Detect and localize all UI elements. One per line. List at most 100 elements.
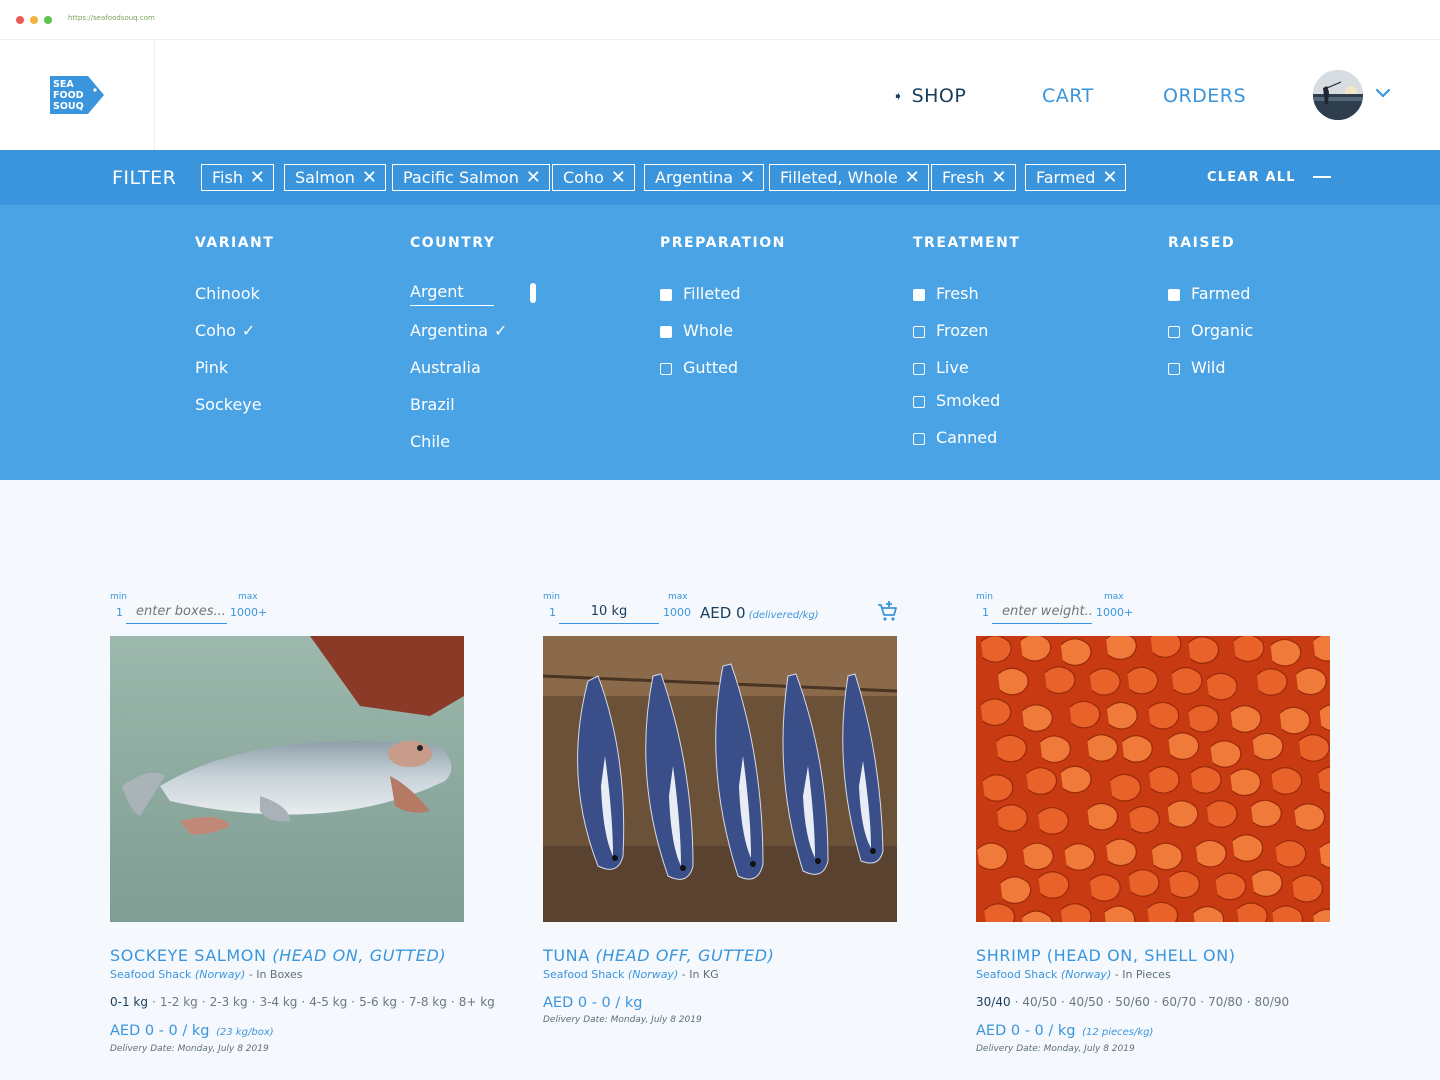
size-option[interactable]: 80/90 [1255,995,1290,1009]
size-option[interactable]: 5-6 kg [359,995,397,1009]
shrimp-shape [980,698,1012,727]
product-photo-tuna[interactable] [543,636,897,922]
size-option[interactable]: 60/70 [1162,995,1197,1009]
size-option[interactable]: 2-3 kg [210,995,248,1009]
nav-cart[interactable]: CART [1042,85,1094,107]
variant-option-pink[interactable]: Pink [195,358,228,377]
filter-chip-fresh[interactable]: Fresh ✕ [931,164,1016,191]
shrimp-shape [1294,803,1326,831]
checkbox-organic[interactable] [1168,326,1180,338]
checkbox-farmed[interactable] [1168,289,1180,301]
checkbox-live[interactable] [913,363,925,375]
variant-option-chinook[interactable]: Chinook [195,284,260,303]
maximize-window-dot[interactable] [44,16,52,24]
shrimp-shape [1022,842,1054,871]
treatment-option-smoked[interactable]: Smoked [936,391,1000,410]
address-bar-url[interactable]: https://seafoodsouq.com [68,14,155,22]
product-photo-salmon[interactable] [110,636,464,922]
country-option-argentina[interactable]: Argentina ✓ [410,321,507,340]
size-option[interactable]: 7-8 kg [409,995,447,1009]
checkbox-filleted[interactable] [660,289,672,301]
country-option-australia[interactable]: Australia [410,358,481,377]
boxes-quantity-input[interactable] [126,600,227,624]
shrimp-shape [1086,802,1119,831]
variant-option-sockeye[interactable]: Sockeye [195,395,262,414]
raised-option-farmed[interactable]: Farmed [1191,284,1250,303]
treatment-option-live[interactable]: Live [936,358,969,377]
size-option[interactable]: 3-4 kg [259,995,297,1009]
filter-chip-filleted-whole[interactable]: Filleted, Whole ✕ [769,164,929,191]
product-photo-shrimp[interactable] [976,636,1330,922]
country-search-input[interactable]: Argent [410,282,494,306]
shrimp-shape [1025,767,1058,795]
weight-quantity-input[interactable] [559,600,659,624]
remove-chip-icon[interactable]: ✕ [992,165,1007,190]
shrimp-shape [1295,667,1327,696]
checkbox-fresh[interactable] [913,289,925,301]
country-option-brazil[interactable]: Brazil [410,395,455,414]
checkbox-canned[interactable] [913,433,925,445]
remove-chip-icon[interactable]: ✕ [611,165,626,190]
country-option-chile[interactable]: Chile [410,432,450,451]
shrimp-shape [1148,701,1180,730]
preparation-option-gutted[interactable]: Gutted [683,358,738,377]
size-option[interactable]: 70/80 [1208,995,1243,1009]
clear-all-button[interactable]: CLEAR ALL [1207,170,1296,185]
seafood-souq-logo[interactable]: SEA FOOD SOUQ [50,76,104,114]
treatment-option-frozen[interactable]: Frozen [936,321,988,340]
size-option[interactable]: 8+ kg [459,995,495,1009]
filter-chip-pacific-salmon[interactable]: Pacific Salmon ✕ [392,164,550,191]
remove-chip-icon[interactable]: ✕ [250,165,265,190]
preparation-option-filleted[interactable]: Filleted [683,284,741,303]
checkmark-icon: ✓ [241,321,256,340]
shrimp-shape [1038,871,1070,899]
remove-chip-icon[interactable]: ✕ [362,165,377,190]
size-option[interactable]: 40/50 [1069,995,1104,1009]
seller-name[interactable]: Seafood Shack [110,968,191,981]
size-option[interactable]: 1-2 kg [160,995,198,1009]
product-title[interactable]: SHRIMP (HEAD ON, SHELL ON) [976,946,1236,965]
treatment-option-canned[interactable]: Canned [936,428,997,447]
product-title[interactable]: TUNA (HEAD OFF, GUTTED) [543,946,774,965]
checkbox-whole[interactable] [660,326,672,338]
size-option[interactable]: 4-5 kg [309,995,347,1009]
checkbox-gutted[interactable] [660,363,672,375]
product-title[interactable]: SOCKEYE SALMON (HEAD ON, GUTTED) [110,946,446,965]
add-to-cart-icon[interactable] [876,600,898,622]
size-option[interactable]: 50/60 [1115,995,1150,1009]
nav-orders[interactable]: ORDERS [1163,85,1246,107]
preparation-option-whole[interactable]: Whole [683,321,733,340]
collapse-filter-icon[interactable] [1313,176,1331,178]
checkbox-wild[interactable] [1168,363,1180,375]
filter-chip-salmon[interactable]: Salmon ✕ [284,164,386,191]
treatment-option-fresh[interactable]: Fresh [936,284,979,303]
raised-option-wild[interactable]: Wild [1191,358,1226,377]
seller-name[interactable]: Seafood Shack [976,968,1057,981]
filter-chip-farmed[interactable]: Farmed ✕ [1025,164,1127,191]
variant-option-coho[interactable]: Coho ✓ [195,321,255,340]
filter-chip-fish[interactable]: Fish ✕ [201,164,274,191]
raised-option-organic[interactable]: Organic [1191,321,1253,340]
weight-quantity-input[interactable] [992,600,1092,624]
country-list-scrollbar[interactable] [530,283,536,303]
min-label: min [110,592,127,602]
size-option[interactable]: 0-1 kg [110,995,148,1009]
checkbox-smoked[interactable] [913,396,925,408]
product-seller-line: Seafood Shack (Norway) - In KG [543,968,719,981]
tuna-image [543,636,897,922]
size-option[interactable]: 30/40 [976,995,1011,1009]
chevron-down-icon[interactable] [1374,84,1392,102]
close-window-dot[interactable] [16,16,24,24]
minimize-window-dot[interactable] [30,16,38,24]
remove-chip-icon[interactable]: ✕ [740,165,755,190]
size-option[interactable]: 40/50 [1022,995,1057,1009]
filter-chip-coho[interactable]: Coho ✕ [552,164,635,191]
remove-chip-icon[interactable]: ✕ [905,165,920,190]
remove-chip-icon[interactable]: ✕ [526,165,541,190]
user-avatar[interactable] [1313,70,1363,120]
filter-chip-argentina[interactable]: Argentina ✕ [644,164,765,191]
seller-name[interactable]: Seafood Shack [543,968,624,981]
remove-chip-icon[interactable]: ✕ [1102,165,1117,190]
checkbox-frozen[interactable] [913,326,925,338]
nav-shop[interactable]: ➧ SHOP [893,85,966,107]
